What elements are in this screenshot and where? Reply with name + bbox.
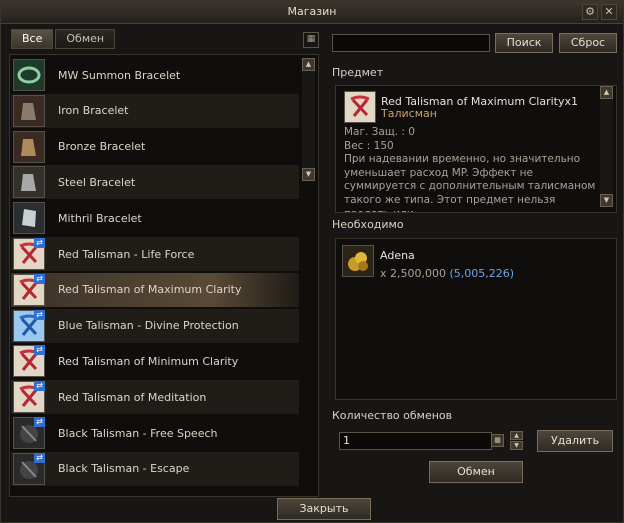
item-list: ▲ ▼ MW Summon Bracelet Iron Bracelet Bronz… [9, 54, 319, 497]
list-item-label: Red Talisman of Minimum Clarity [58, 354, 239, 368]
view-toggle-icon[interactable]: ▦ [303, 32, 319, 48]
list-item[interactable]: ⇄ Red Talisman of Meditation [11, 380, 299, 415]
bracelet-steel-icon [13, 166, 45, 199]
list-item[interactable]: ⇄ Red Talisman - Life Force [11, 237, 299, 271]
list-item-label: Steel Bracelet [58, 175, 136, 189]
list-item[interactable]: Bronze Bracelet [11, 130, 299, 164]
exchange-badge-icon: ⇄ [34, 273, 45, 284]
item-list-scrollbar[interactable]: ▲ ▼ [302, 58, 315, 192]
search-input[interactable] [332, 34, 490, 52]
item-detail-panel: Red Talisman of Maximum Clarityx1 Талисм… [335, 85, 617, 213]
owned-amount: (5,005,226) [449, 267, 515, 280]
list-item-label: MW Summon Bracelet [58, 68, 181, 82]
scroll-up-icon[interactable]: ▲ [600, 86, 613, 99]
exchange-badge-icon: ⇄ [34, 238, 45, 248]
bracelet-iron-icon [13, 94, 45, 127]
tab-exchange[interactable]: Обмен [55, 29, 116, 49]
black-talisman-icon: ⇄ [13, 452, 45, 485]
required-panel: Adena x 2,500,000 (5,005,226) [335, 238, 617, 400]
list-item[interactable]: MW Summon Bracelet [11, 58, 299, 92]
list-item[interactable]: ⇄ Red Talisman of Minimum Clarity [11, 344, 299, 378]
red-talisman-icon [344, 91, 376, 123]
exchange-badge-icon: ⇄ [34, 417, 45, 427]
quantity-down-icon[interactable]: ▼ [510, 441, 523, 450]
scroll-up-icon[interactable]: ▲ [302, 58, 315, 71]
detail-weight: Вес : 150 [344, 139, 394, 152]
detail-mdef: Маг. Защ. : 0 [344, 126, 415, 138]
required-label: Необходимо [332, 218, 404, 231]
tab-all[interactable]: Все [11, 29, 54, 49]
list-item-label: Red Talisman - Life Force [58, 247, 195, 261]
list-item[interactable]: Mithril Bracelet [11, 201, 299, 235]
list-item-label: Black Talisman - Escape [58, 462, 190, 476]
bracelet-bronze-icon [13, 130, 45, 163]
blue-talisman-icon: ⇄ [13, 309, 45, 342]
close-icon[interactable]: ✕ [601, 4, 617, 20]
quantity-up-icon[interactable]: ▲ [510, 431, 523, 440]
shop-window: Магазин ⚙ ✕ Все Обмен ▦ ▲ ▼ MW Summon Br… [0, 0, 624, 523]
required-amount: x 2,500,000 (5,005,226) [380, 267, 515, 280]
close-button[interactable]: Закрыть [277, 498, 371, 520]
list-item[interactable]: ⇄ Black Talisman - Free Speech [11, 416, 299, 450]
list-item[interactable]: Iron Bracelet [11, 93, 299, 128]
scroll-down-icon[interactable]: ▼ [302, 168, 315, 181]
detail-item-type: Талисман [381, 107, 437, 120]
delete-button[interactable]: Удалить [537, 430, 613, 452]
title-bar[interactable]: Магазин ⚙ ✕ [1, 1, 623, 24]
detail-description: Маг. Защ. : 0 Вес : 150 При надевании вр… [344, 126, 596, 212]
red-talisman-icon: ⇄ [13, 345, 45, 378]
list-item-label: Iron Bracelet [58, 104, 129, 118]
red-talisman-icon: ⇄ [13, 238, 45, 270]
exchange-badge-icon: ⇄ [34, 309, 45, 320]
list-item-label: Black Talisman - Free Speech [58, 426, 218, 440]
quantity-label: Количество обменов [332, 409, 453, 422]
exchange-button[interactable]: Обмен [429, 461, 523, 483]
list-item-label: Mithril Bracelet [58, 211, 142, 225]
adena-icon [342, 245, 374, 277]
black-talisman-icon: ⇄ [13, 417, 45, 449]
scroll-down-icon[interactable]: ▼ [600, 194, 613, 207]
list-item-label: Red Talisman of Meditation [58, 390, 207, 404]
reset-button[interactable]: Сброс [559, 33, 617, 53]
required-item-name: Adena [380, 249, 415, 262]
bracelet-mithril-icon [13, 202, 45, 235]
item-section-label: Предмет [332, 66, 384, 79]
list-item-label: Red Talisman of Maximum Clarity [58, 283, 242, 297]
list-item[interactable]: ⇄ Blue Talisman - Divine Protection [11, 308, 299, 343]
exchange-badge-icon: ⇄ [34, 345, 45, 356]
bracelet-green-icon [13, 59, 45, 91]
quantity-input[interactable]: 1 [339, 432, 492, 450]
list-item-label: Bronze Bracelet [58, 140, 146, 154]
calculator-icon[interactable]: ▦ [491, 434, 504, 447]
detail-scrollbar[interactable]: ▲ ▼ [600, 86, 613, 207]
search-button[interactable]: Поиск [495, 33, 553, 53]
red-talisman-icon: ⇄ [13, 273, 45, 306]
list-item-label: Blue Talisman - Divine Protection [58, 319, 239, 333]
exchange-badge-icon: ⇄ [34, 452, 45, 463]
window-title: Магазин [287, 5, 337, 18]
list-item[interactable]: ⇄ Red Talisman of Maximum Clarity [11, 272, 299, 307]
detail-text: При надевании временно, но значительно у… [344, 153, 596, 212]
list-item[interactable]: ⇄ Black Talisman - Escape [11, 451, 299, 486]
list-item[interactable]: Steel Bracelet [11, 165, 299, 200]
red-talisman-icon: ⇄ [13, 381, 45, 414]
settings-icon[interactable]: ⚙ [582, 4, 598, 20]
exchange-badge-icon: ⇄ [34, 381, 45, 392]
